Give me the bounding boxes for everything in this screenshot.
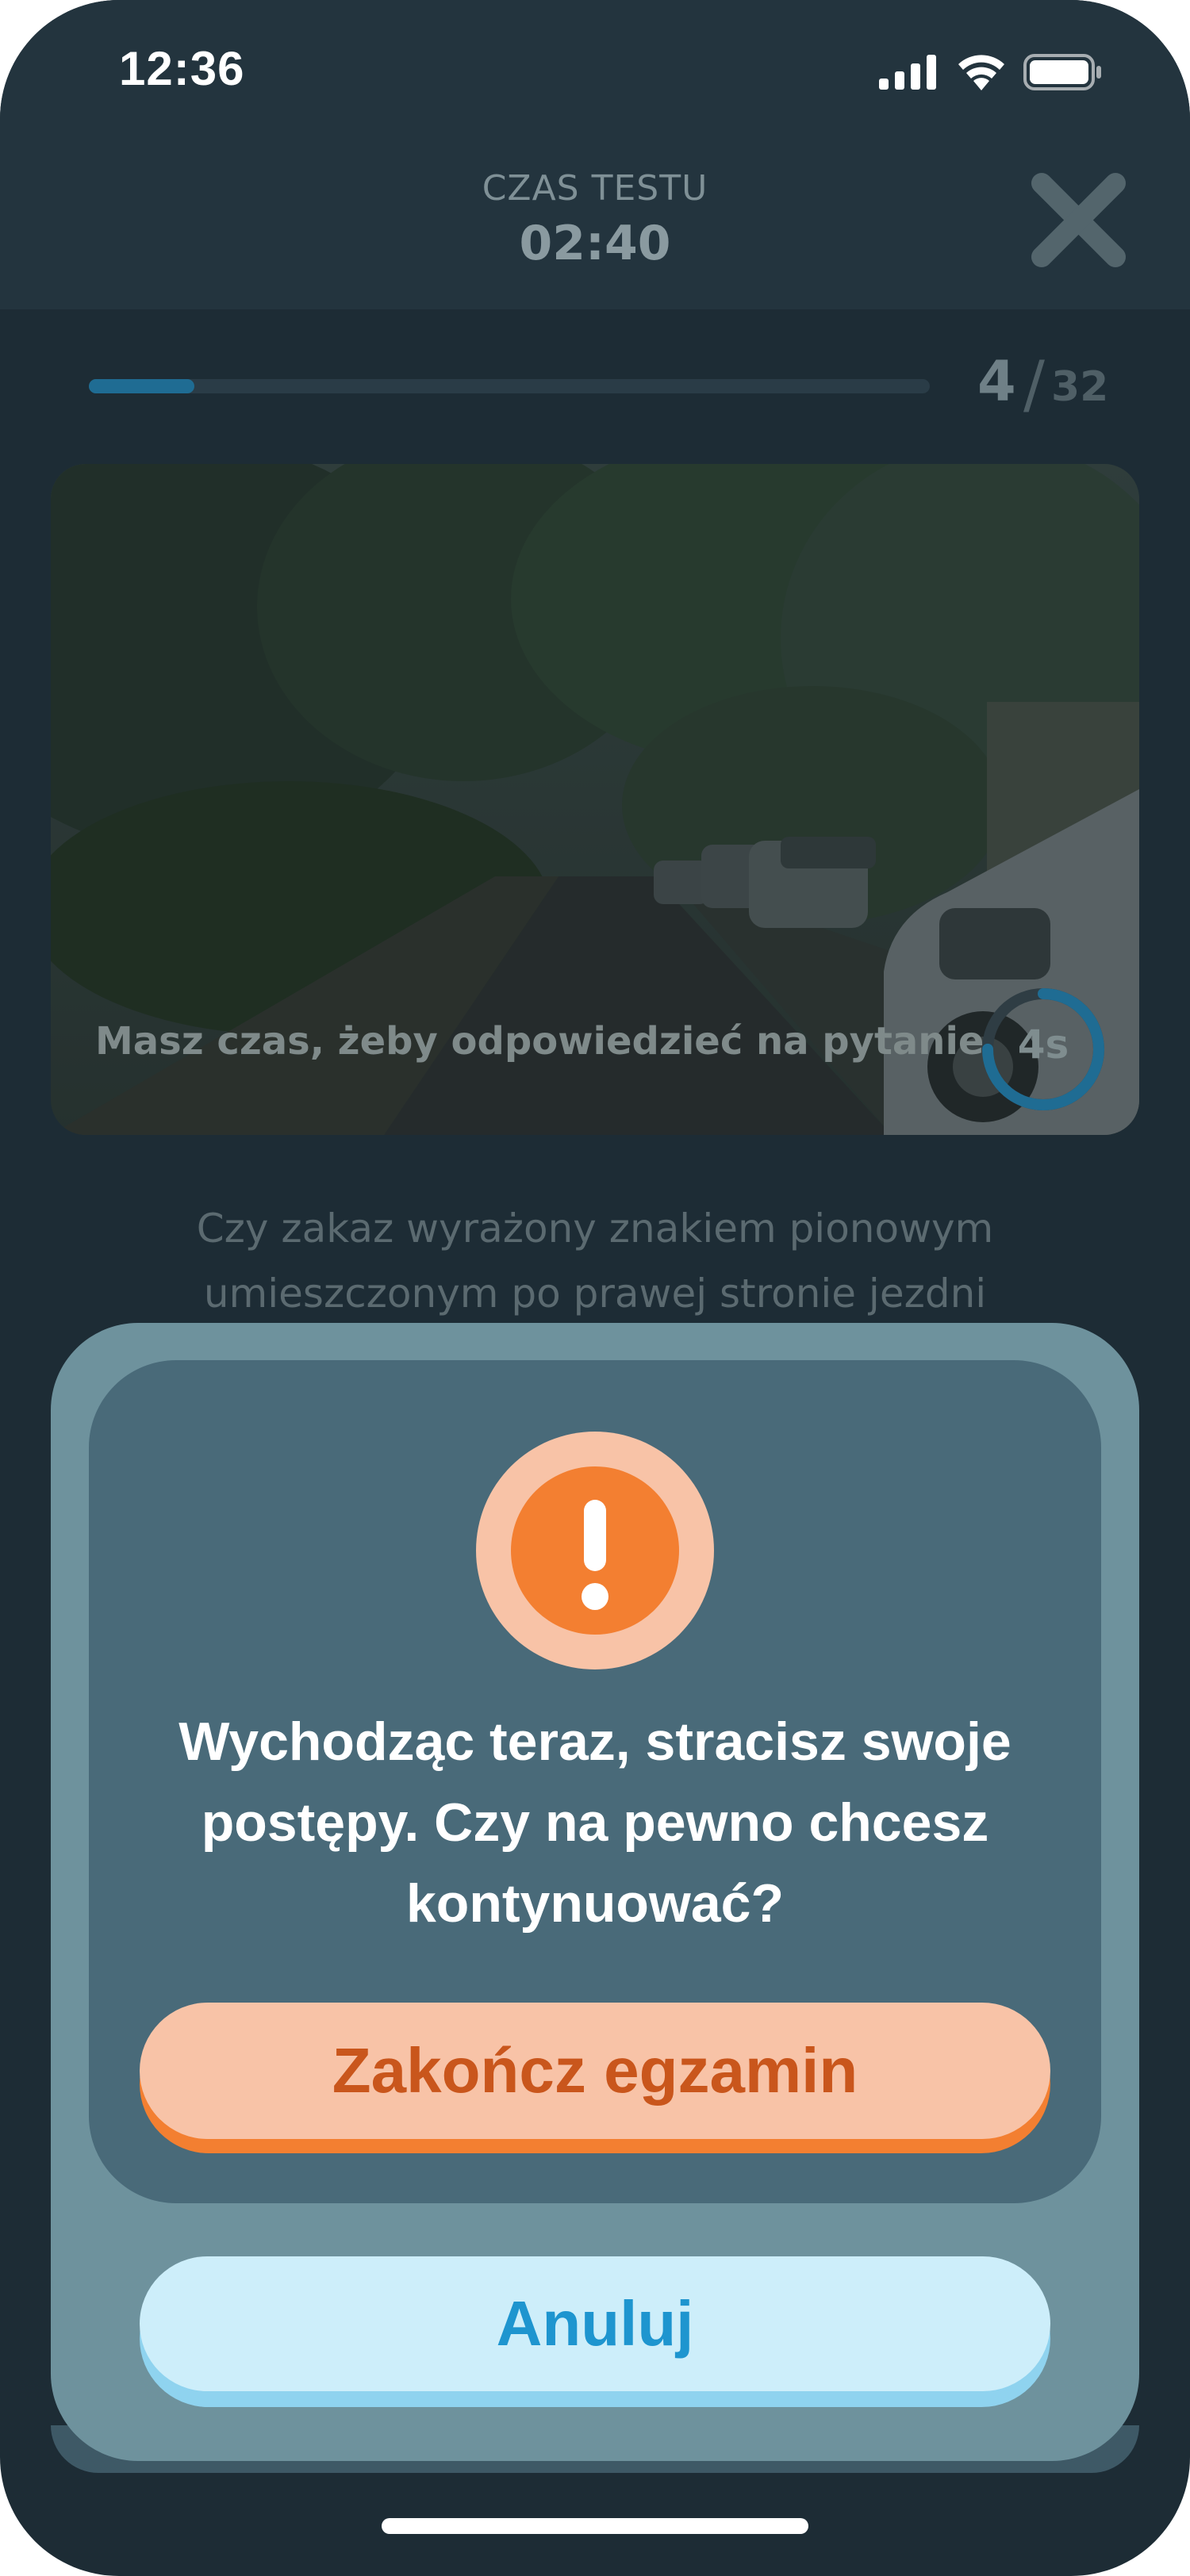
progress-bar [89, 379, 930, 393]
question-text: Czy zakaz wyrażony znakiem pionowym umie… [196, 1206, 994, 1317]
end-exam-button[interactable]: Zakończ egzamin [140, 2003, 1050, 2139]
progress-separator: / [1023, 347, 1045, 421]
wifi-icon [958, 55, 1004, 90]
progress-bar-fill [89, 379, 194, 393]
test-timer: 02:40 [519, 216, 671, 271]
test-time-label: CZAS TESTU [482, 168, 708, 209]
phone-screen: 12:36 CZAS TESTU 02:40 4 / 32 Masz czas,… [0, 0, 1190, 2576]
question-video[interactable]: Masz czas, żeby odpowiedzieć na pytanie [51, 464, 1139, 1135]
home-indicator[interactable] [382, 2518, 808, 2534]
question-number: 4 [977, 349, 1016, 414]
exclamation-icon [582, 1500, 608, 1610]
close-icon [1031, 173, 1126, 267]
video-caption: Masz czas, żeby odpowiedzieć na pytanie [95, 1019, 985, 1064]
close-button[interactable] [1029, 171, 1128, 270]
modal-message: Wychodząc teraz, stracisz swoje postępy.… [178, 1712, 1012, 1934]
battery-icon [1023, 54, 1101, 90]
cellular-signal-icon [879, 55, 936, 90]
status-icons [879, 52, 1103, 92]
countdown-label: 4s [1017, 1022, 1069, 1068]
status-time: 12:36 [119, 42, 245, 95]
cancel-button[interactable]: Anuluj [140, 2256, 1050, 2391]
question-total: 32 [1051, 363, 1109, 411]
